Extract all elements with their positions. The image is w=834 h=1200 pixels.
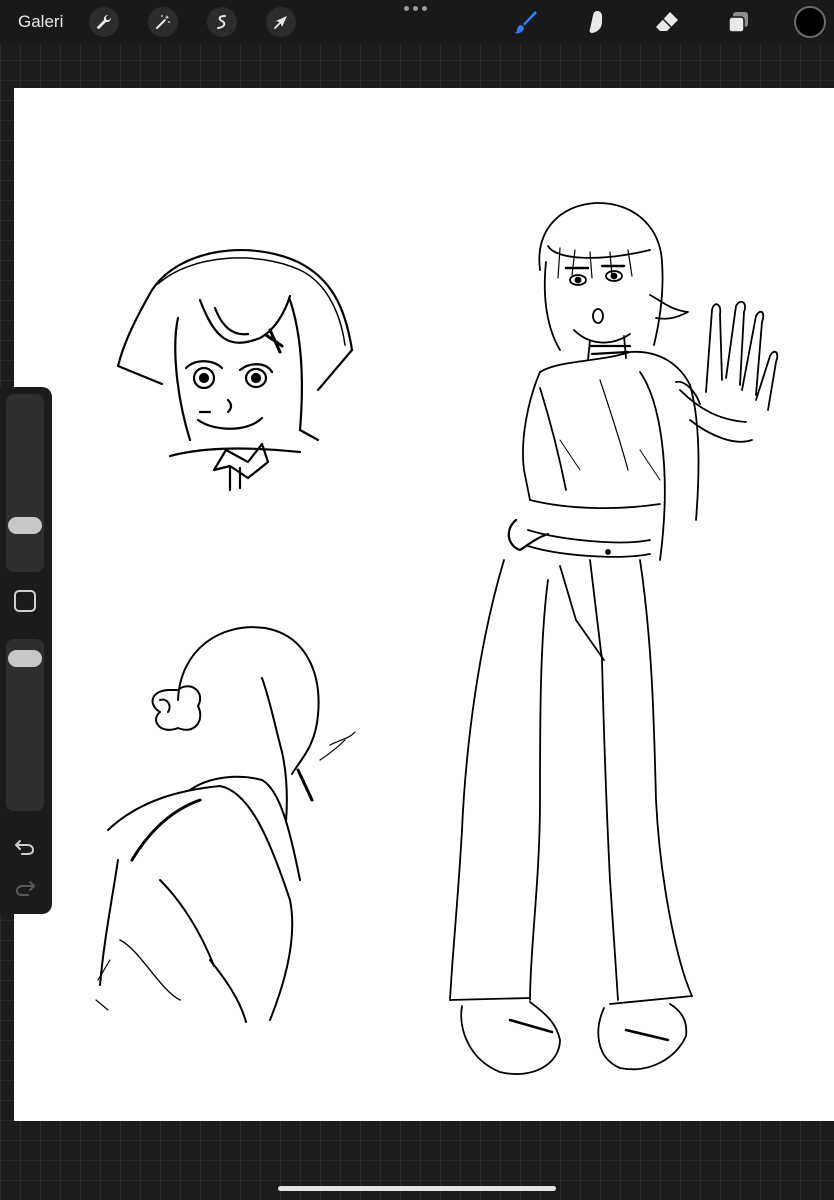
brush-tool-button[interactable] bbox=[509, 6, 541, 38]
redo-button[interactable] bbox=[12, 877, 38, 899]
redo-icon bbox=[15, 881, 35, 896]
eraser-icon bbox=[656, 12, 678, 31]
layers-icon bbox=[728, 12, 748, 33]
undo-button[interactable] bbox=[12, 836, 38, 858]
selection-icon bbox=[217, 15, 226, 29]
undo-icon bbox=[15, 840, 35, 855]
adjustments-button[interactable] bbox=[148, 7, 178, 37]
gallery-button[interactable]: Galeri bbox=[18, 10, 63, 34]
color-picker-button[interactable] bbox=[794, 6, 826, 38]
transform-icon bbox=[274, 16, 287, 29]
sketch-standing-figure bbox=[449, 202, 779, 1075]
eraser-tool-button[interactable] bbox=[651, 6, 683, 38]
brush-icon bbox=[514, 11, 537, 34]
smudge-icon bbox=[589, 11, 602, 33]
actions-button[interactable] bbox=[89, 7, 119, 37]
wrench-icon bbox=[97, 14, 112, 29]
brush-size-thumb[interactable] bbox=[8, 517, 42, 535]
selection-button[interactable] bbox=[207, 7, 237, 37]
smudge-tool-button[interactable] bbox=[580, 6, 612, 38]
modify-button[interactable] bbox=[14, 590, 36, 612]
brush-size-slider[interactable] bbox=[6, 394, 44, 572]
left-sidebar bbox=[0, 387, 52, 914]
home-indicator[interactable] bbox=[278, 1186, 556, 1191]
transform-button[interactable] bbox=[266, 7, 296, 37]
opacity-thumb[interactable] bbox=[8, 650, 42, 668]
layers-button[interactable] bbox=[722, 6, 754, 38]
sketch-profile-smoking bbox=[95, 626, 356, 1023]
top-toolbar: Galeri bbox=[0, 0, 834, 44]
sketch-head-hood bbox=[116, 248, 354, 492]
magic-wand-icon bbox=[156, 15, 170, 29]
sketch-artwork bbox=[95, 202, 779, 1075]
opacity-slider[interactable] bbox=[6, 639, 44, 811]
drawing-canvas[interactable] bbox=[14, 88, 834, 1121]
more-options-icon[interactable] bbox=[404, 6, 427, 18]
